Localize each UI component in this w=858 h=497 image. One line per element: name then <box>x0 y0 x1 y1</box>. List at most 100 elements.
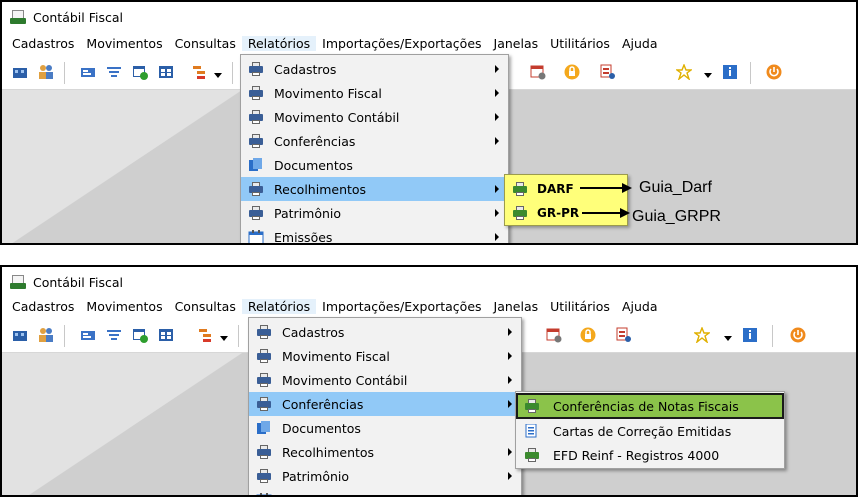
report-icon[interactable] <box>616 327 632 343</box>
calendar-settings-icon[interactable] <box>530 64 546 80</box>
menu-item-conferencias[interactable]: Conferências <box>241 129 508 153</box>
window-add-icon[interactable] <box>132 327 148 343</box>
printer-icon <box>256 325 272 339</box>
menu-importacoes-exportacoes[interactable]: Importações/Exportações <box>316 299 487 314</box>
menu-movimentos[interactable]: Movimentos <box>80 36 168 51</box>
info-icon[interactable] <box>722 64 738 80</box>
menu-consultas[interactable]: Consultas <box>169 36 242 51</box>
power-icon[interactable] <box>766 64 782 80</box>
menu-item-label: Movimento Fiscal <box>274 85 382 101</box>
menu-item-emissoes[interactable]: Emissões <box>249 488 521 496</box>
hierarchy-icon[interactable] <box>198 327 214 343</box>
title-bar: Contábil Fiscal <box>2 2 856 32</box>
window-add-icon[interactable] <box>132 64 148 80</box>
card-icon[interactable] <box>80 327 96 343</box>
chevron-right-icon <box>508 400 512 408</box>
chevron-right-icon <box>508 472 512 480</box>
menu-item-label: Emissões <box>274 229 333 245</box>
chevron-right-icon <box>495 233 499 241</box>
menu-item-label: Movimento Fiscal <box>282 348 390 364</box>
menu-item-movimento-contabil[interactable]: Movimento Contábil <box>241 105 508 129</box>
hierarchy-icon[interactable] <box>192 64 208 80</box>
printer-icon <box>512 182 528 196</box>
menu-item-emissoes[interactable]: Emissões <box>241 225 508 245</box>
menu-item-movimento-fiscal[interactable]: Movimento Fiscal <box>249 344 521 368</box>
submenu-item-darf[interactable]: DARF <box>505 177 627 201</box>
card-icon[interactable] <box>80 64 96 80</box>
toolbar-separator <box>750 62 751 84</box>
printer-icon <box>256 397 272 411</box>
submenu-item-conferencias-notas-fiscais[interactable]: Conferências de Notas Fiscais <box>516 393 784 419</box>
app-logo-icon <box>10 275 26 289</box>
calendar-settings-icon[interactable] <box>546 327 562 343</box>
menu-relatorios[interactable]: Relatórios <box>241 35 317 51</box>
menu-item-movimento-fiscal[interactable]: Movimento Fiscal <box>241 81 508 105</box>
menu-item-recolhimentos[interactable]: Recolhimentos <box>249 440 521 464</box>
users-icon[interactable] <box>38 327 54 343</box>
users-icon[interactable] <box>38 64 54 80</box>
report-icon[interactable] <box>600 64 616 80</box>
toolbar-separator <box>64 325 65 347</box>
menu-item-label: Emissões <box>282 493 340 496</box>
list-icon[interactable] <box>106 327 122 343</box>
menu-movimentos[interactable]: Movimentos <box>80 299 168 314</box>
chevron-right-icon <box>495 65 499 73</box>
menu-ajuda[interactable]: Ajuda <box>616 36 664 51</box>
chevron-right-icon <box>495 113 499 121</box>
toolbar-separator <box>232 62 233 84</box>
menu-item-label: Patrimônio <box>274 205 342 221</box>
documents-icon <box>524 423 540 438</box>
menu-bar: Cadastros Movimentos Consultas Relatório… <box>2 32 856 54</box>
menu-consultas[interactable]: Consultas <box>169 299 242 314</box>
printer-icon <box>256 349 272 363</box>
spreadsheet-icon[interactable] <box>158 327 174 343</box>
submenu-item-cartas-correcao[interactable]: Cartas de Correção Emitidas <box>517 419 783 443</box>
favorite-star-icon[interactable] <box>692 326 712 345</box>
database-icon[interactable] <box>12 64 28 80</box>
dropdown-arrow-icon[interactable] <box>704 68 712 78</box>
info-icon[interactable] <box>742 327 758 343</box>
toolbar-separator <box>772 325 773 347</box>
menu-bar: Cadastros Movimentos Consultas Relatório… <box>2 295 856 317</box>
printer-icon <box>256 469 272 483</box>
menu-janelas[interactable]: Janelas <box>488 36 545 51</box>
conferencias-submenu: Conferências de Notas Fiscais Cartas de … <box>515 391 785 469</box>
chevron-right-icon <box>495 209 499 217</box>
menu-item-cadastros[interactable]: Cadastros <box>241 57 508 81</box>
chevron-right-icon <box>508 448 512 456</box>
submenu-item-efd-reinf[interactable]: EFD Reinf - Registros 4000 <box>517 443 783 467</box>
dropdown-arrow-icon[interactable] <box>214 68 222 78</box>
menu-janelas[interactable]: Janelas <box>488 299 545 314</box>
menu-item-documentos[interactable]: Documentos <box>241 153 508 177</box>
spreadsheet-icon[interactable] <box>158 64 174 80</box>
menu-item-cadastros[interactable]: Cadastros <box>249 320 521 344</box>
chevron-right-icon <box>508 376 512 384</box>
menu-item-patrimonio[interactable]: Patrimônio <box>249 464 521 488</box>
dropdown-arrow-icon[interactable] <box>724 331 732 341</box>
lock-icon[interactable] <box>564 64 580 80</box>
menu-item-recolhimentos[interactable]: Recolhimentos <box>241 177 508 201</box>
menu-item-patrimonio[interactable]: Patrimônio <box>241 201 508 225</box>
menu-utilitarios[interactable]: Utilitários <box>544 299 616 314</box>
menu-cadastros[interactable]: Cadastros <box>6 299 80 314</box>
favorite-star-icon[interactable] <box>674 63 694 82</box>
lock-icon[interactable] <box>580 327 596 343</box>
power-icon[interactable] <box>790 327 806 343</box>
menu-item-conferencias[interactable]: Conferências <box>249 392 521 416</box>
menu-item-label: Movimento Contábil <box>274 109 400 125</box>
dropdown-arrow-icon[interactable] <box>220 331 228 341</box>
menu-importacoes-exportacoes[interactable]: Importações/Exportações <box>316 36 487 51</box>
menu-cadastros[interactable]: Cadastros <box>6 36 80 51</box>
list-icon[interactable] <box>106 64 122 80</box>
menu-item-label: Recolhimentos <box>282 444 375 460</box>
window-title: Contábil Fiscal <box>33 9 123 25</box>
menu-item-documentos[interactable]: Documentos <box>249 416 521 440</box>
database-icon[interactable] <box>12 327 28 343</box>
menu-ajuda[interactable]: Ajuda <box>616 299 664 314</box>
menu-utilitarios[interactable]: Utilitários <box>544 36 616 51</box>
printer-icon <box>256 445 272 459</box>
relatorios-dropdown: Cadastros Movimento Fiscal Movimento Contá… <box>240 54 509 245</box>
menu-item-movimento-contabil[interactable]: Movimento Contábil <box>249 368 521 392</box>
chevron-right-icon <box>495 185 499 193</box>
menu-relatorios[interactable]: Relatórios <box>241 298 317 314</box>
